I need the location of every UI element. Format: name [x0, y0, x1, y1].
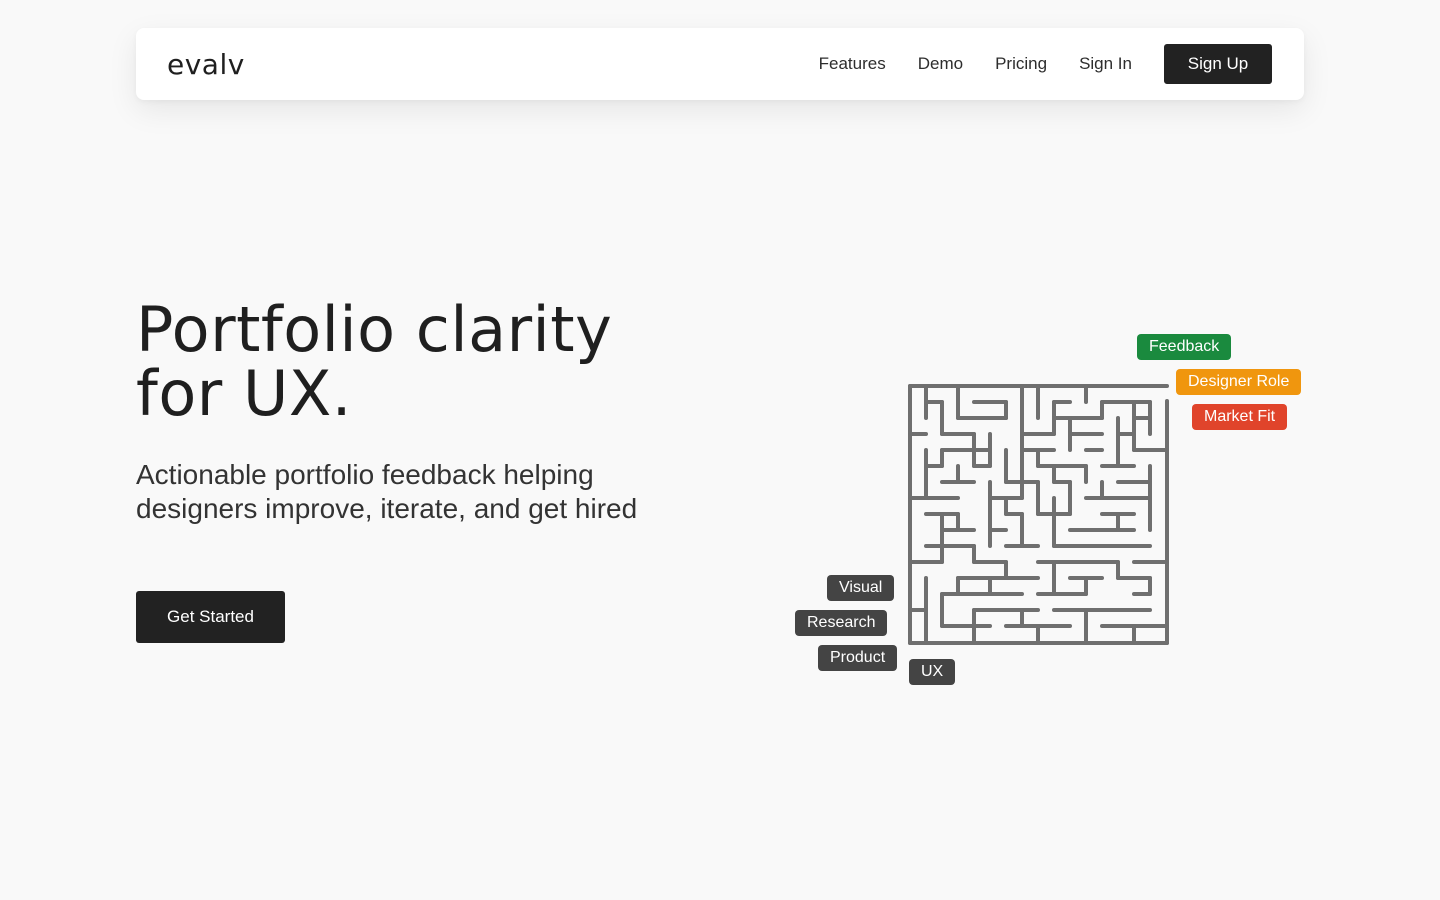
hero-subtitle-line-2: designers improve, iterate, and get hire…: [136, 493, 638, 524]
get-started-button[interactable]: Get Started: [136, 591, 285, 643]
hero-title: Portfolio clarity for UX.: [136, 298, 736, 426]
hero-title-line-1: Portfolio clarity: [136, 293, 613, 366]
tag-market-fit: Market Fit: [1192, 404, 1288, 430]
tag-product: Product: [818, 645, 898, 671]
maze-walls: [908, 384, 1169, 645]
nav-link-demo[interactable]: Demo: [918, 54, 963, 74]
hero-subtitle-line-1: Actionable portfolio feedback helping: [136, 459, 594, 490]
hero-subtitle: Actionable portfolio feedback helping de…: [136, 458, 696, 526]
tag-designer-role: Designer Role: [1176, 369, 1302, 395]
top-navbar: evalv Features Demo Pricing Sign In Sign…: [136, 28, 1304, 100]
tag-ux: UX: [909, 659, 956, 685]
nav-link-pricing[interactable]: Pricing: [995, 54, 1047, 74]
hero-title-line-2: for UX.: [136, 357, 353, 430]
brand-logo[interactable]: evalv: [167, 48, 245, 81]
tag-visual: Visual: [827, 575, 895, 601]
sign-up-button[interactable]: Sign Up: [1164, 44, 1272, 84]
nav-links: Features Demo Pricing Sign In Sign Up: [819, 44, 1272, 84]
nav-link-features[interactable]: Features: [819, 54, 886, 74]
maze-illustration: [908, 384, 1169, 645]
tag-research: Research: [795, 610, 888, 636]
nav-link-sign-in[interactable]: Sign In: [1079, 54, 1132, 74]
tag-feedback: Feedback: [1137, 334, 1232, 360]
